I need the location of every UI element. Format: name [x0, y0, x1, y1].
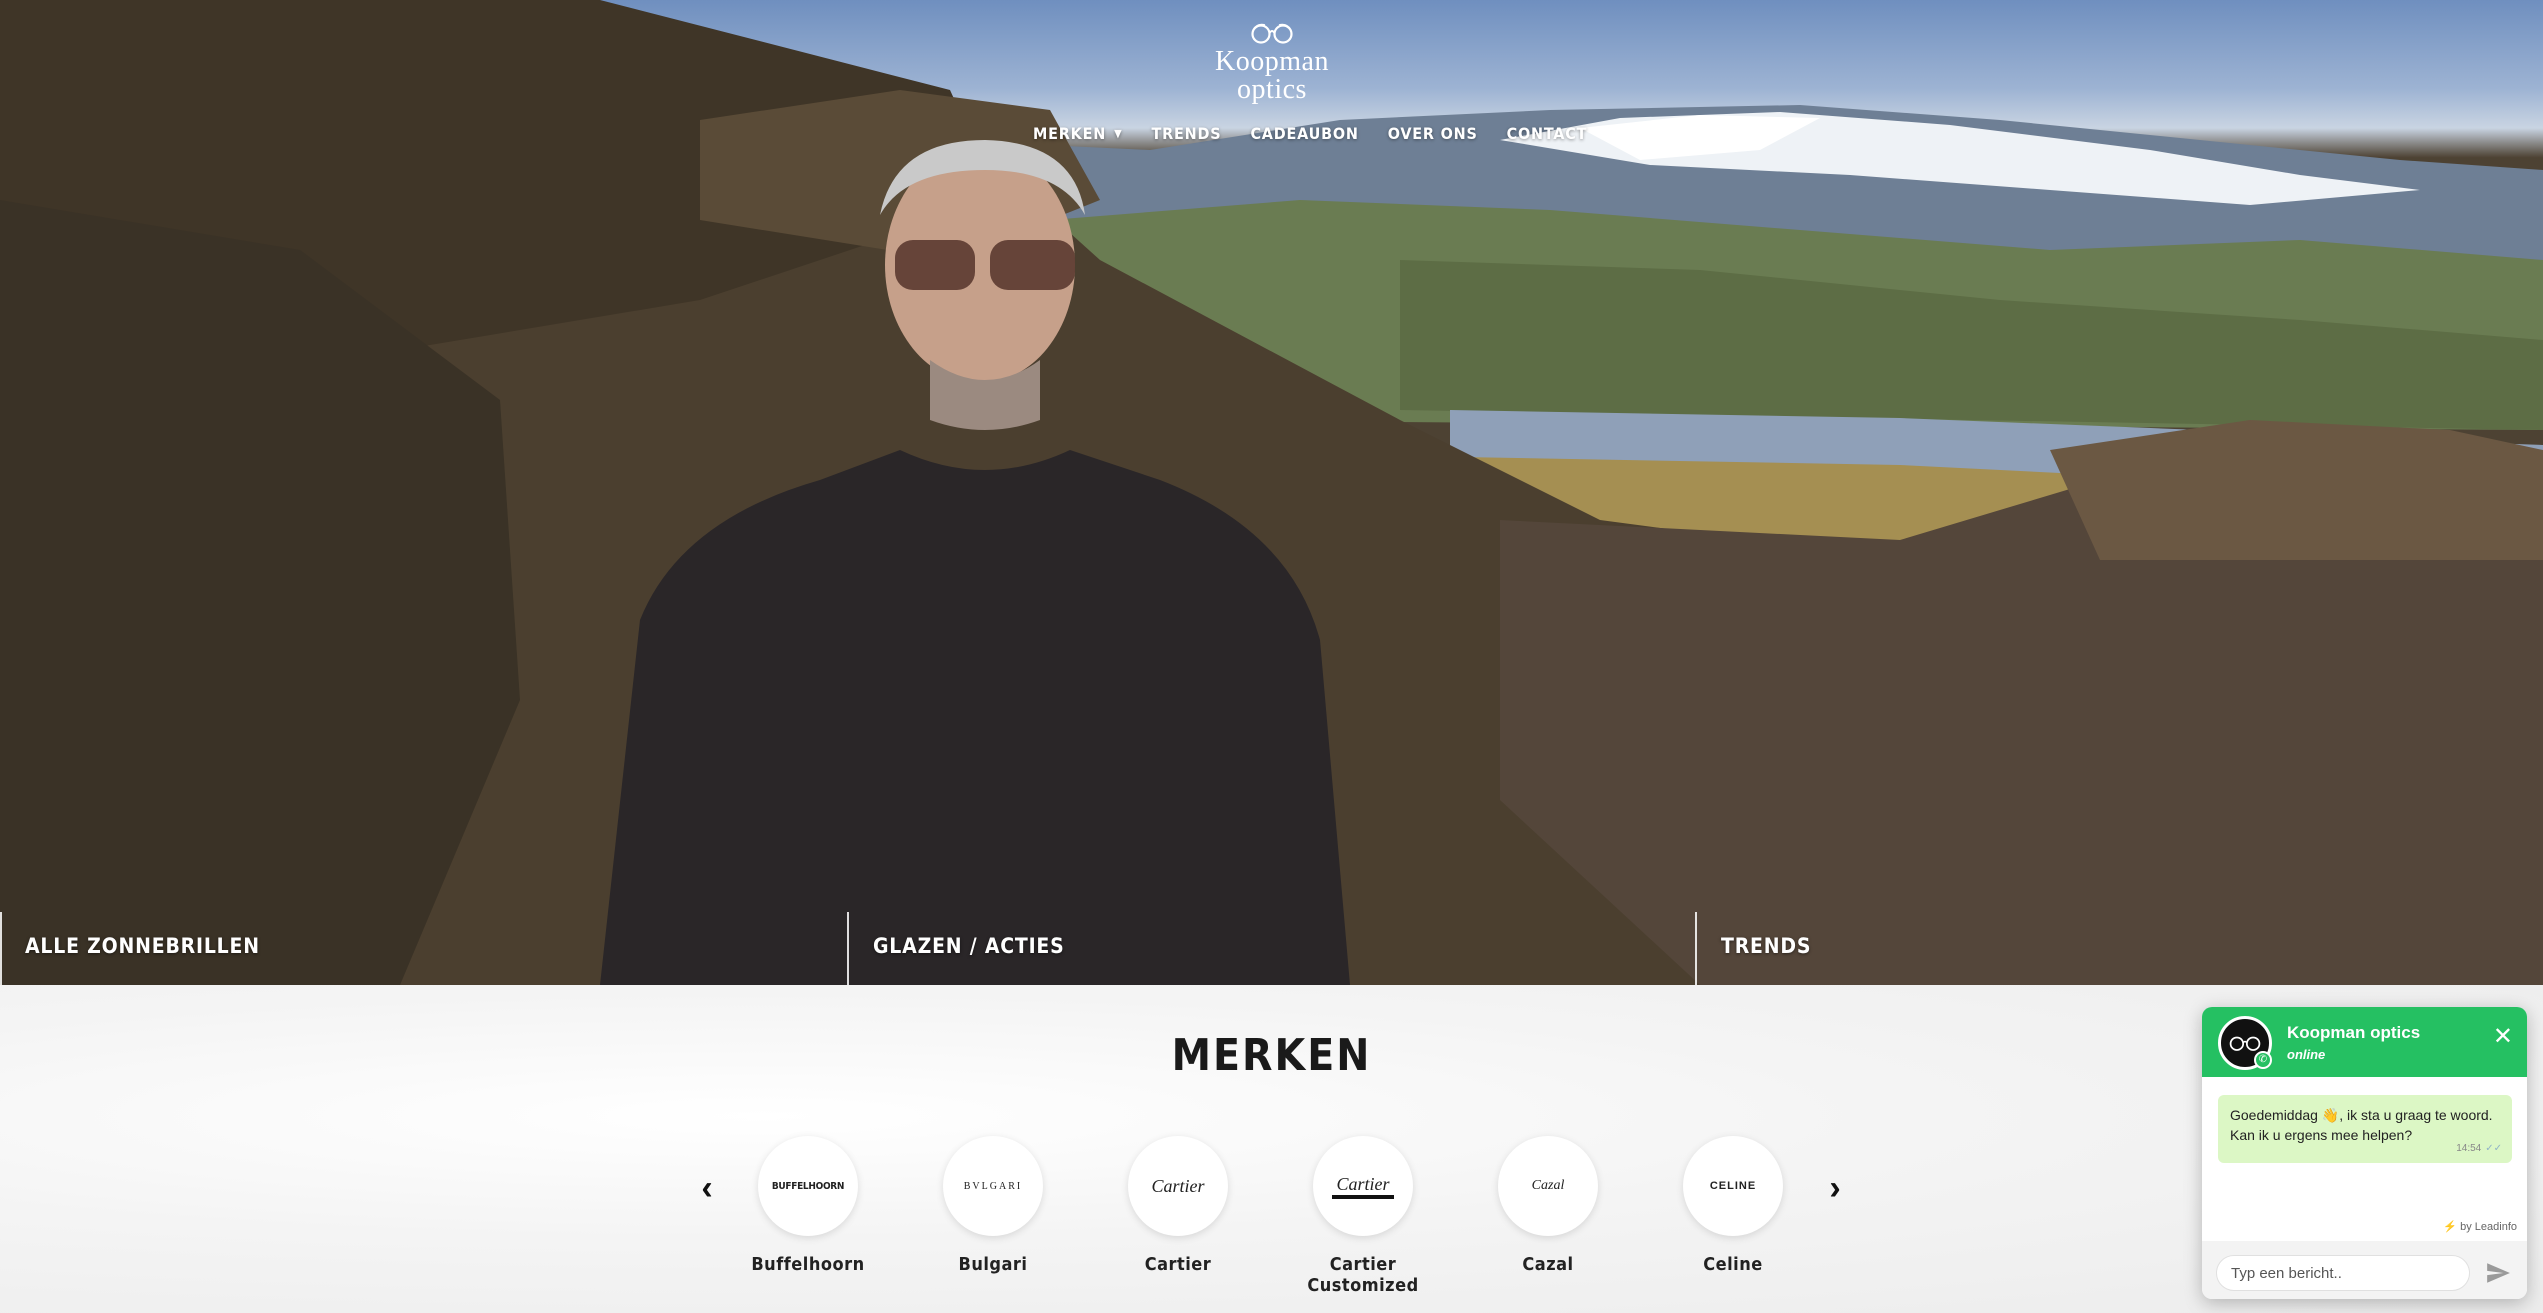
brands-title: MERKEN: [1171, 1030, 1372, 1081]
brand-logo: Cazal: [1498, 1136, 1598, 1236]
tile-label: GLAZEN / ACTIES: [873, 934, 1065, 958]
carousel-next-button[interactable]: ›: [1820, 1168, 1850, 1208]
tile-divider: [1695, 912, 1697, 985]
brand-logo: BUFFELHOORN: [758, 1136, 858, 1236]
nav-item-label: TRENDS: [1151, 124, 1222, 143]
read-ticks-icon: ✓✓: [2485, 1143, 2502, 1154]
chat-message-text: Goedemiddag 👋, ik sta u graag te woord. …: [2230, 1107, 2493, 1143]
brand-logo: Cartier: [1313, 1136, 1413, 1236]
brand-name: Celine: [1703, 1254, 1763, 1275]
nav-item-label: MERKEN: [1033, 124, 1107, 143]
brand-logo-text: Cazal: [1531, 1178, 1565, 1193]
brand-logo-text: Cartier: [1151, 1175, 1205, 1196]
brand-name: Cartier: [1144, 1254, 1212, 1275]
tile-divider: [0, 912, 2, 985]
glasses-logo-icon: [2229, 1036, 2261, 1051]
hero-banner: Koopman optics MERKEN ▼ TRENDS CADEAUBON…: [0, 0, 2543, 985]
nav-item-label: CADEAUBON: [1250, 124, 1359, 143]
tile-label: TRENDS: [1721, 934, 1812, 958]
send-icon[interactable]: [2483, 1260, 2513, 1286]
brand-card-cazal[interactable]: Cazal Cazal: [1458, 1136, 1638, 1275]
nav-item-label: CONTACT: [1506, 124, 1588, 143]
nav-item-over-ons[interactable]: OVER ONS: [1388, 120, 1478, 147]
brand-card-cartier[interactable]: Cartier Cartier: [1088, 1136, 1268, 1275]
tile-divider: [847, 912, 849, 985]
chat-widget: ✆ Koopman optics online ✕ Goedemiddag 👋,…: [2202, 1007, 2527, 1299]
chat-contact-name: Koopman optics: [2287, 1023, 2421, 1042]
brand-card-cartier-customized[interactable]: Cartier Cartier Customized: [1273, 1136, 1453, 1296]
brand-logo: BVLGARI: [943, 1136, 1043, 1236]
caret-down-icon: ▼: [1114, 127, 1123, 140]
nav-item-cadeaubon[interactable]: CADEAUBON: [1250, 120, 1358, 147]
brand-name: Buffelhoorn: [751, 1254, 865, 1275]
brand-logo: CELINE: [1683, 1136, 1783, 1236]
whatsapp-icon: ✆: [2254, 1051, 2272, 1069]
site-logo[interactable]: Koopman optics: [1212, 22, 1332, 104]
avatar: ✆: [2218, 1016, 2272, 1070]
brand-name: Cartier Customized: [1307, 1254, 1419, 1296]
chat-message-time: 14:54 ✓✓: [2456, 1139, 2502, 1159]
logo-line-2: optics: [1237, 74, 1307, 105]
chat-message: Goedemiddag 👋, ik sta u graag te woord. …: [2218, 1095, 2512, 1163]
brand-name: Bulgari: [958, 1254, 1028, 1275]
brand-logo-text: BUFFELHOORN: [771, 1180, 845, 1192]
tile-alle-zonnebrillen[interactable]: ALLE ZONNEBRILLEN: [0, 912, 848, 985]
hero-photo: [0, 0, 2543, 985]
brand-name: Cazal: [1522, 1254, 1574, 1275]
close-icon[interactable]: ✕: [2493, 1025, 2513, 1049]
nav-item-merken[interactable]: MERKEN ▼: [1033, 120, 1123, 147]
brand-logo-text: CELINE: [1709, 1180, 1757, 1192]
tile-label: ALLE ZONNEBRILLEN: [25, 934, 260, 958]
nav-item-label: OVER ONS: [1387, 124, 1478, 143]
tile-glazen-acties[interactable]: GLAZEN / ACTIES: [848, 912, 1696, 985]
chat-branding[interactable]: ⚡ by Leadinfo: [2443, 1220, 2517, 1233]
chat-header: ✆ Koopman optics online ✕: [2202, 1007, 2527, 1077]
brand-logo-text: BVLGARI: [963, 1180, 1023, 1192]
chat-time-text: 14:54: [2456, 1143, 2482, 1154]
chat-footer: [2202, 1241, 2527, 1299]
glasses-logo-icon: [1251, 23, 1293, 44]
brand-card-bulgari[interactable]: BVLGARI Bulgari: [903, 1136, 1083, 1275]
chat-status: online: [2287, 1047, 2326, 1062]
brand-card-buffelhoorn[interactable]: BUFFELHOORN Buffelhoorn: [718, 1136, 898, 1275]
chat-messages: Goedemiddag 👋, ik sta u graag te woord. …: [2202, 1077, 2527, 1241]
brand-card-celine[interactable]: CELINE Celine: [1643, 1136, 1823, 1275]
tile-trends[interactable]: TRENDS: [1696, 912, 2543, 985]
main-nav: MERKEN ▼ TRENDS CADEAUBON OVER ONS CONTA…: [1033, 120, 1616, 147]
brand-logo: Cartier: [1128, 1136, 1228, 1236]
hero-category-tiles: ALLE ZONNEBRILLEN GLAZEN / ACTIES TRENDS: [0, 912, 2543, 985]
logo-line-1: Koopman: [1215, 46, 1329, 77]
nav-item-contact[interactable]: CONTACT: [1507, 120, 1588, 147]
chat-message-input[interactable]: [2216, 1255, 2470, 1291]
brand-logo-text: Cartier: [1332, 1174, 1394, 1199]
nav-item-trends[interactable]: TRENDS: [1152, 120, 1222, 147]
